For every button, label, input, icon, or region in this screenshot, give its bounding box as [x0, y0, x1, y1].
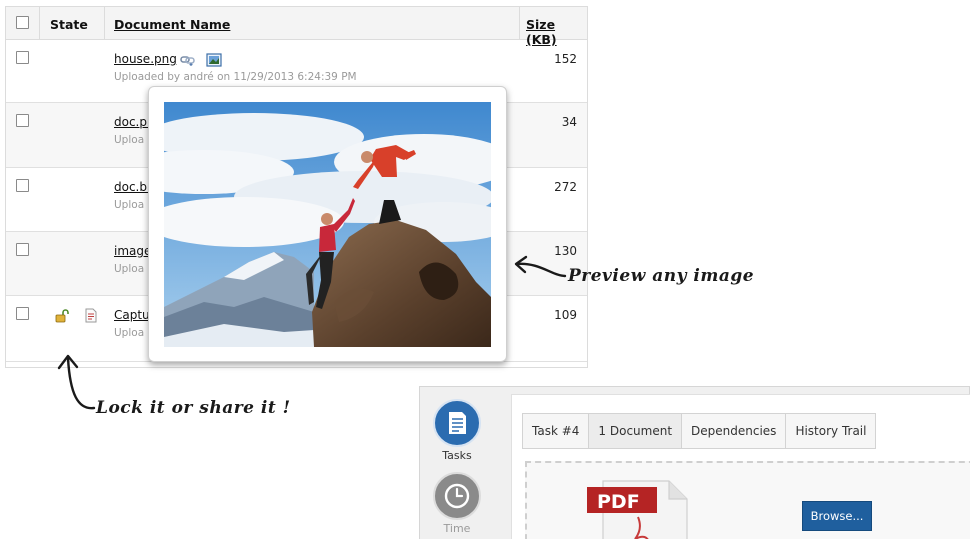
column-divider — [519, 7, 520, 40]
table-header: State Document Name Size (KB) — [6, 7, 587, 47]
tasks-label[interactable]: Tasks — [420, 449, 494, 462]
task-content: Task #4 1 Document Dependencies History … — [511, 394, 970, 539]
tab-documents[interactable]: 1 Document — [589, 414, 683, 448]
unlock-icon[interactable] — [54, 308, 70, 327]
file-size: 152 — [554, 52, 577, 66]
lock-share-arrow-icon — [57, 354, 96, 410]
lock-share-annotation: Lock it or share it ! — [96, 398, 291, 418]
link-icon[interactable] — [180, 52, 196, 71]
upload-info: Uploa — [114, 327, 145, 339]
upload-info: Uploaded by andré on 11/29/2013 6:24:39 … — [114, 71, 357, 83]
row-checkbox[interactable] — [16, 114, 29, 127]
header-state[interactable]: State — [50, 17, 88, 32]
task-panel: Tasks Time Task #4 1 Document Dependenci… — [419, 386, 970, 539]
time-label[interactable]: Time — [420, 522, 494, 535]
upload-info: Uploa — [114, 134, 145, 146]
row-checkbox[interactable] — [16, 51, 29, 64]
document-list-icon — [449, 412, 466, 434]
column-divider — [104, 7, 105, 40]
file-drop-zone[interactable]: PDF Browse... or — [525, 461, 970, 539]
tab-history-trail[interactable]: History Trail — [786, 414, 875, 448]
preview-arrow-icon — [514, 255, 567, 278]
row-checkbox[interactable] — [16, 243, 29, 256]
tab-dependencies[interactable]: Dependencies — [682, 414, 787, 448]
file-name-link[interactable]: house.png — [114, 52, 177, 66]
task-tabs: Task #4 1 Document Dependencies History … — [522, 413, 877, 449]
file-size: 272 — [554, 180, 577, 194]
image-preview-popup — [148, 86, 507, 362]
upload-info: Uploa — [114, 199, 145, 211]
upload-info: Uploa — [114, 263, 145, 275]
browse-button[interactable]: Browse... — [802, 501, 872, 531]
preview-annotation: Preview any image — [568, 266, 755, 286]
clock-icon — [444, 483, 470, 509]
preview-photo — [164, 102, 491, 347]
row-checkbox[interactable] — [16, 179, 29, 192]
tasks-button[interactable] — [433, 399, 481, 447]
column-divider — [39, 7, 40, 40]
header-document-name[interactable]: Document Name — [114, 17, 230, 32]
select-all-checkbox[interactable] — [16, 16, 29, 29]
row-checkbox[interactable] — [16, 307, 29, 320]
share-icon[interactable] — [84, 308, 98, 327]
image-preview-icon[interactable] — [206, 52, 222, 71]
tab-task[interactable]: Task #4 — [523, 414, 590, 448]
time-button[interactable] — [433, 472, 481, 520]
pdf-file-icon: PDF — [587, 480, 688, 539]
file-size: 109 — [554, 308, 577, 322]
pdf-badge-text: PDF — [597, 491, 640, 513]
file-size: 34 — [561, 115, 577, 129]
